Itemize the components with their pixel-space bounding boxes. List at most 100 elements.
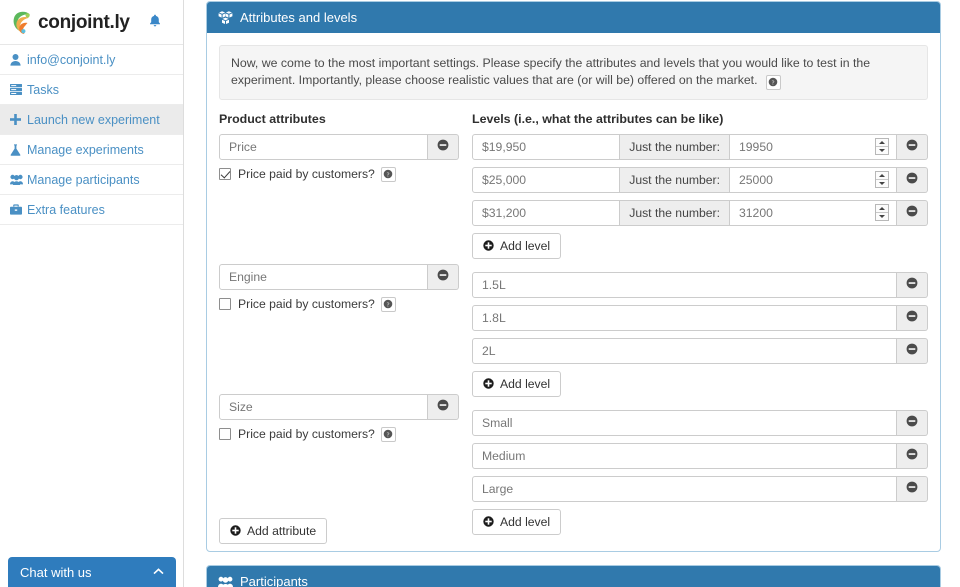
spinner-up[interactable] [876, 205, 888, 213]
remove-attribute-button[interactable] [428, 263, 459, 290]
price-paid-checkbox-row: Price paid by customers? ? [219, 296, 459, 312]
level-text-input[interactable]: 1.8L [472, 304, 897, 331]
add-level-button[interactable]: Add level [472, 370, 562, 397]
users-icon [10, 174, 27, 185]
number-spinner[interactable] [875, 138, 889, 155]
info-note: Now, we come to the most important setti… [219, 45, 928, 100]
sidebar-item-label: Launch new experiment [27, 112, 160, 127]
sidebar-item-extra-features[interactable]: Extra features [0, 195, 183, 225]
chevron-up-icon[interactable] [153, 566, 164, 578]
level-row: Small [472, 409, 928, 436]
spinner-up[interactable] [876, 139, 888, 147]
add-attribute-button[interactable]: Add attribute [219, 517, 328, 544]
level-number-value: 31200 [739, 205, 773, 220]
level-text-input[interactable]: $19,950 [472, 133, 621, 160]
level-text-input[interactable]: Large [472, 475, 897, 502]
remove-level-button[interactable] [897, 133, 928, 160]
level-number-input[interactable]: 19950 [730, 133, 897, 160]
spinner-up[interactable] [876, 172, 888, 180]
attribute-block-spacer [219, 182, 459, 264]
question-circle-icon[interactable]: ? [380, 426, 396, 442]
spinner-down[interactable] [876, 213, 888, 220]
remove-level-button[interactable] [897, 304, 928, 331]
level-text-input[interactable]: Small [472, 409, 897, 436]
price-paid-checkbox[interactable] [219, 298, 231, 310]
sidebar-item-manage-experiments[interactable]: Manage experiments [0, 135, 183, 165]
plus-circle-icon [230, 525, 241, 536]
chat-with-us-widget[interactable]: Chat with us [8, 557, 176, 587]
user-icon [10, 53, 27, 66]
attribute-name-input[interactable]: Engine [219, 263, 428, 290]
levels-group: Small Medium Large Add level [472, 409, 928, 535]
sidebar-item-label: Tasks [27, 82, 59, 97]
sidebar-item-account[interactable]: info@conjoint.ly [0, 45, 183, 75]
bell-icon[interactable] [149, 14, 161, 30]
level-number-value: 25000 [739, 172, 773, 187]
spinner-down[interactable] [876, 147, 888, 154]
question-circle-icon[interactable]: ? [765, 74, 781, 90]
remove-attribute-button[interactable] [428, 133, 459, 160]
remove-attribute-button[interactable] [428, 393, 459, 420]
level-row: 1.8L [472, 304, 928, 331]
level-text-input[interactable]: Medium [472, 442, 897, 469]
minus-circle-icon [906, 343, 918, 358]
remove-level-button[interactable] [897, 442, 928, 469]
add-level-button[interactable]: Add level [472, 232, 562, 259]
add-level-button[interactable]: Add level [472, 508, 562, 535]
levels-group: $19,950 Just the number: 19950 $25,000 J… [472, 133, 928, 259]
sidebar-item-manage-participants[interactable]: Manage participants [0, 165, 183, 195]
svg-text:?: ? [387, 431, 390, 438]
level-text-input[interactable]: $25,000 [472, 166, 621, 193]
remove-level-button[interactable] [897, 271, 928, 298]
remove-level-button[interactable] [897, 199, 928, 226]
level-row: $19,950 Just the number: 19950 [472, 133, 928, 160]
number-spinner[interactable] [875, 204, 889, 221]
minus-circle-icon [437, 269, 449, 284]
panel-title: Attributes and levels [240, 10, 358, 25]
minus-circle-icon [906, 415, 918, 430]
page-root: conjoint.ly info@conjoint.ly Tasks Launc… [0, 0, 960, 587]
question-circle-icon[interactable]: ? [380, 296, 396, 312]
levels-group: 1.5L 1.8L 2L Add level [472, 271, 928, 397]
spinner-down[interactable] [876, 180, 888, 187]
question-circle-icon[interactable]: ? [380, 166, 396, 182]
sidebar-item-tasks[interactable]: Tasks [0, 75, 183, 105]
level-text-input[interactable]: $31,200 [472, 199, 621, 226]
price-paid-checkbox[interactable] [219, 428, 231, 440]
remove-level-button[interactable] [897, 475, 928, 502]
level-row: $25,000 Just the number: 25000 [472, 166, 928, 193]
level-text-input[interactable]: 1.5L [472, 271, 897, 298]
attribute-name-input[interactable]: Size [219, 393, 428, 420]
level-text-input[interactable]: 2L [472, 337, 897, 364]
product-attributes-column: Product attributes Price Price paid by c… [219, 112, 459, 544]
level-number-input[interactable]: 25000 [730, 166, 897, 193]
sidebar-item-launch-new-experiment[interactable]: Launch new experiment [0, 105, 183, 135]
level-row: Medium [472, 442, 928, 469]
chat-widget-label: Chat with us [20, 564, 92, 580]
price-paid-checkbox-row: Price paid by customers? ? [219, 166, 459, 182]
svg-text:?: ? [387, 301, 390, 308]
minus-circle-icon [906, 448, 918, 463]
users-icon [218, 576, 233, 587]
add-level-label: Add level [500, 238, 551, 253]
attribute-block: Size Price paid by customers? ? [219, 393, 459, 442]
price-paid-checkbox[interactable] [219, 168, 231, 180]
add-level-label: Add level [500, 376, 551, 391]
remove-level-button[interactable] [897, 409, 928, 436]
panel-header: Attributes and levels [207, 2, 940, 33]
attribute-name-input[interactable]: Price [219, 133, 428, 160]
level-number-input[interactable]: 31200 [730, 199, 897, 226]
sidebar-item-label: info@conjoint.ly [27, 52, 116, 67]
number-spinner[interactable] [875, 171, 889, 188]
levels-column: Levels (i.e., what the attributes can be… [459, 112, 928, 544]
attribute-block: Engine Price paid by customers? ? [219, 263, 459, 394]
minus-circle-icon [437, 399, 449, 414]
just-the-number-label: Just the number: [620, 133, 730, 160]
remove-level-button[interactable] [897, 166, 928, 193]
sidebar-item-label: Extra features [27, 202, 105, 217]
remove-level-button[interactable] [897, 337, 928, 364]
minus-circle-icon [906, 310, 918, 325]
attribute-name-group: Price [219, 133, 459, 160]
attribute-name-group: Engine [219, 263, 459, 290]
minus-circle-icon [906, 139, 918, 154]
